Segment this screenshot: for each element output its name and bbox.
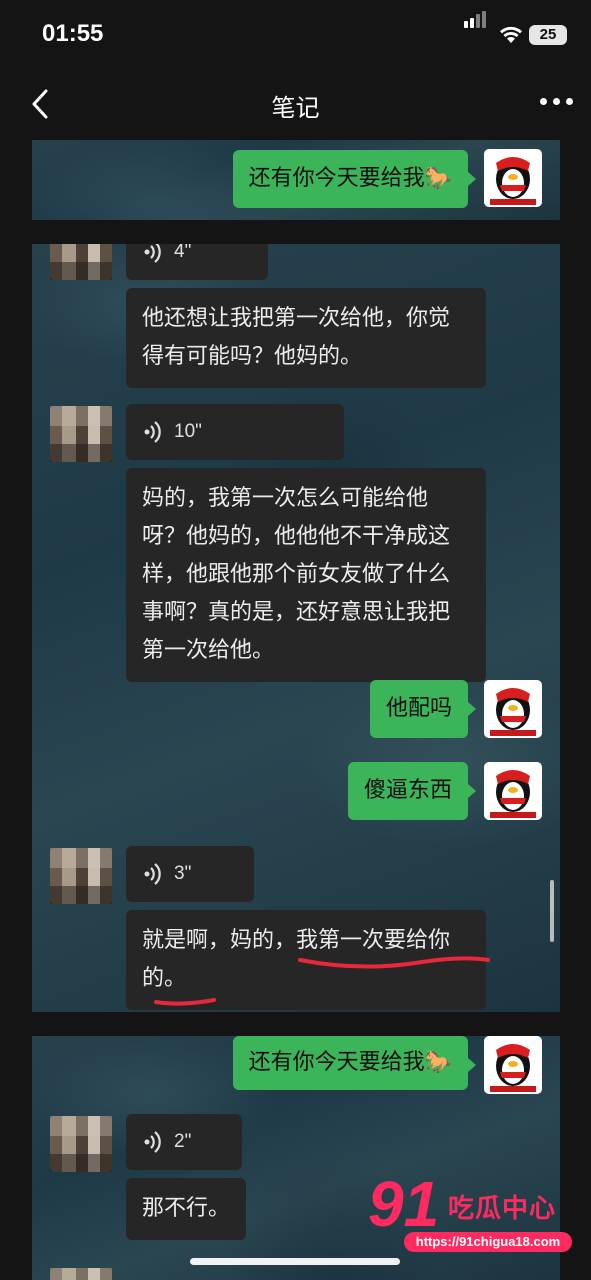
- status-time: 01:55: [42, 20, 104, 47]
- watermark-url: https://91chigua18.com: [404, 1232, 572, 1252]
- status-bar: 01:55 25: [0, 0, 591, 70]
- message-bubble-other: 那不行。: [126, 1178, 247, 1240]
- avatar: [50, 1116, 112, 1172]
- message-text: 那不行。: [142, 1196, 231, 1221]
- red-underline-annotation: [154, 956, 490, 1006]
- chat-screenshot-panel: 4" 他还想让我把第一次给他，你觉得有可能吗？他妈的。 10" 妈的，我第一次怎…: [32, 244, 560, 1012]
- voice-wave-icon: [144, 1131, 161, 1153]
- watermark-logo: 91: [368, 1168, 440, 1240]
- watermark: 91 吃瓜中心 https://91chigua18.com: [368, 1172, 578, 1258]
- message-bubble-mine: 还有你今天要给我🐎: [232, 1036, 477, 1090]
- avatar: [484, 1036, 542, 1094]
- message-text: 还有你今天要给我: [248, 1050, 425, 1075]
- message-bubble-mine: 还有你今天要给我🐎: [232, 150, 477, 208]
- message-text: 还有你今天要给我: [248, 166, 425, 191]
- watermark-name: 吃瓜中心: [448, 1194, 557, 1224]
- scrollbar[interactable]: [550, 880, 554, 942]
- navigation-bar: 笔记: [0, 72, 591, 136]
- wifi-icon: [500, 26, 522, 43]
- battery-level: 25: [529, 25, 567, 45]
- penguin-avatar-icon: [490, 157, 536, 205]
- penguin-avatar-icon: [490, 1044, 536, 1092]
- more-options-icon[interactable]: [540, 98, 576, 108]
- home-indicator[interactable]: [190, 1258, 400, 1265]
- chat-screenshot-panel: 还有你今天要给我🐎: [32, 140, 560, 220]
- avatar: [50, 1268, 112, 1280]
- page-title: 笔记: [271, 94, 320, 122]
- horse-emoji: 🐎: [424, 166, 452, 191]
- avatar: [484, 149, 542, 207]
- voice-message[interactable]: 2": [126, 1114, 242, 1170]
- voice-duration: 2": [174, 1131, 192, 1152]
- horse-emoji: 🐎: [424, 1050, 452, 1075]
